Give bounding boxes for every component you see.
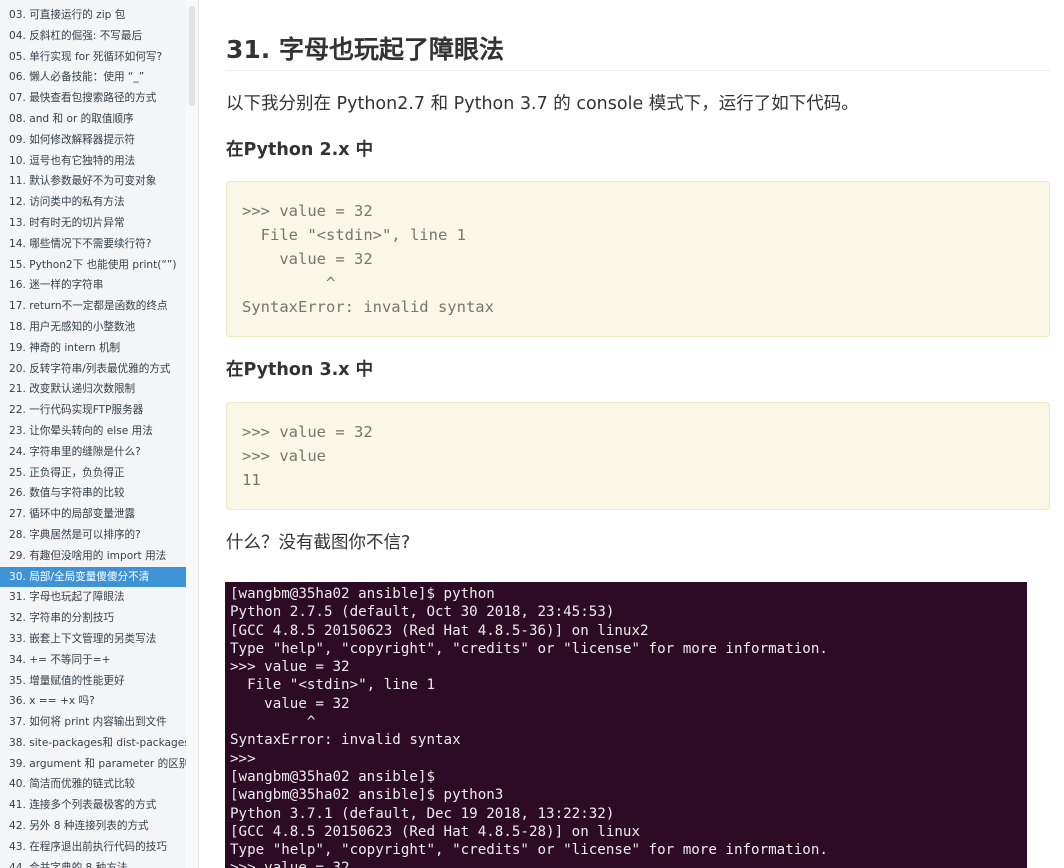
code-block-python3: >>> value = 32 >>> value 11: [226, 402, 1050, 510]
terminal-line: Type "help", "copyright", "credits" or "…: [230, 640, 828, 657]
toc-item[interactable]: 37. 如何将 print 内容输出到文件: [0, 712, 186, 733]
terminal-line: [GCC 4.8.5 20150623 (Red Hat 4.8.5-28)] …: [230, 823, 640, 840]
terminal-line: [wangbm@35ha02 ansible]$: [230, 768, 435, 785]
toc-item[interactable]: 18. 用户无感知的小整数池: [0, 317, 186, 338]
toc-item[interactable]: 12. 访问类中的私有方法: [0, 192, 186, 213]
table-of-contents-sidebar: 03. 可直接运行的 zip 包 04. 反斜杠的倔强: 不写最后 05. 单行实现…: [0, 0, 186, 868]
code-line: ^: [242, 274, 336, 292]
toc-item[interactable]: 05. 单行实现 for 死循环如何写?: [0, 47, 186, 68]
toc-item[interactable]: 07. 最快查看包搜索路径的方式: [0, 88, 186, 109]
toc-item[interactable]: 38. site-packages和 dist-packages: [0, 733, 186, 754]
toc-item[interactable]: 25. 正负得正，负负得正: [0, 463, 186, 484]
intro-paragraph: 以下我分别在 Python2.7 和 Python 3.7 的 console …: [226, 94, 859, 114]
toc-item[interactable]: 28. 字典居然是可以排序的?: [0, 525, 186, 546]
article-content: 31. 字母也玩起了障眼法 以下我分别在 Python2.7 和 Python …: [199, 0, 1064, 868]
code-line: >>> value = 32: [242, 423, 373, 441]
section-heading-python3: 在Python 3.x 中: [226, 360, 374, 380]
toc-item[interactable]: 42. 另外 8 种连接列表的方式: [0, 816, 186, 837]
toc-item[interactable]: 17. return不一定都是函数的终点: [0, 296, 186, 317]
terminal-line: [GCC 4.8.5 20150623 (Red Hat 4.8.5-36)] …: [230, 622, 649, 639]
toc-item[interactable]: 23. 让你晕头转向的 else 用法: [0, 421, 186, 442]
terminal-line: [wangbm@35ha02 ansible]$ python: [230, 586, 495, 602]
toc-item[interactable]: 24. 字符串里的缝隙是什么?: [0, 442, 186, 463]
toc-item[interactable]: 08. and 和 or 的取值顺序: [0, 109, 186, 130]
toc-item[interactable]: 43. 在程序退出前执行代码的技巧: [0, 837, 186, 858]
terminal-line: >>> value = 32: [230, 659, 350, 676]
terminal-line: Python 3.7.1 (default, Dec 19 2018, 13:2…: [230, 805, 615, 822]
toc-item[interactable]: 04. 反斜杠的倔强: 不写最后: [0, 26, 186, 47]
code-line: SyntaxError: invalid syntax: [242, 298, 494, 316]
terminal-line: SyntaxError: invalid syntax: [230, 732, 461, 749]
section-heading-python2: 在Python 2.x 中: [226, 140, 374, 160]
toc-item[interactable]: 15. Python2下 也能使用 print(“”): [0, 255, 186, 276]
toc-item[interactable]: 44. 合并字典的 8 种方法: [0, 858, 186, 868]
terminal-line: value = 32: [230, 695, 350, 712]
terminal-line: Python 2.7.5 (default, Oct 30 2018, 23:4…: [230, 604, 615, 621]
toc-item[interactable]: 03. 可直接运行的 zip 包: [0, 5, 186, 26]
code-block-python2: >>> value = 32 File "<stdin>", line 1 va…: [226, 181, 1050, 337]
code-line: >>> value: [242, 447, 326, 465]
toc-item[interactable]: 22. 一行代码实现FTP服务器: [0, 400, 186, 421]
code-line: File "<stdin>", line 1: [242, 226, 466, 244]
toc-item[interactable]: 34. += 不等同于=+: [0, 650, 186, 671]
toc-item[interactable]: 40. 简洁而优雅的链式比较: [0, 774, 186, 795]
toc-item[interactable]: 41. 连接多个列表最极客的方式: [0, 795, 186, 816]
terminal-screenshot: [wangbm@35ha02 ansible]$ python Python 2.…: [225, 582, 1027, 868]
code-line: value = 32: [242, 250, 373, 268]
toc-item[interactable]: 11. 默认参数最好不为可变对象: [0, 171, 186, 192]
terminal-line: >>> value = 32: [225, 859, 1027, 868]
toc-item-active[interactable]: 30. 局部/全局变量傻傻分不清: [0, 566, 186, 588]
toc-item[interactable]: 09. 如何修改解释器提示符: [0, 130, 186, 151]
code-line: >>> value = 32: [242, 202, 373, 220]
toc-list: 03. 可直接运行的 zip 包 04. 反斜杠的倔强: 不写最后 05. 单行实现…: [0, 5, 186, 868]
toc-item[interactable]: 29. 有趣但没啥用的 import 用法: [0, 546, 186, 567]
toc-item[interactable]: 13. 时有时无的切片异常: [0, 213, 186, 234]
toc-item[interactable]: 35. 增量赋值的性能更好: [0, 671, 186, 692]
terminal-line: File "<stdin>", line 1: [230, 677, 435, 694]
toc-item[interactable]: 14. 哪些情况下不需要续行符?: [0, 234, 186, 255]
toc-item[interactable]: 27. 循环中的局部变量泄露: [0, 504, 186, 525]
toc-item[interactable]: 32. 字符串的分割技巧: [0, 608, 186, 629]
toc-item[interactable]: 16. 迷一样的字符串: [0, 275, 186, 296]
sidebar-scrollbar-thumb[interactable]: [189, 6, 195, 106]
terminal-line: [wangbm@35ha02 ansible]$ python3: [230, 787, 504, 804]
toc-item[interactable]: 10. 逗号也有它独特的用法: [0, 151, 186, 172]
terminal-line: ^: [230, 714, 316, 731]
toc-item[interactable]: 21. 改变默认递归次数限制: [0, 379, 186, 400]
toc-item[interactable]: 20. 反转字符串/列表最优雅的方式: [0, 359, 186, 380]
toc-item[interactable]: 06. 懒人必备技能：使用 “_”: [0, 67, 186, 88]
toc-item[interactable]: 39. argument 和 parameter 的区别: [0, 754, 186, 775]
article-title: 31. 字母也玩起了障眼法: [226, 35, 504, 64]
question-paragraph: 什么？没有截图你不信?: [226, 533, 411, 553]
title-divider: [226, 70, 1050, 71]
toc-item[interactable]: 33. 嵌套上下文管理的另类写法: [0, 629, 186, 650]
sidebar-scrollbar-track[interactable]: [186, 0, 199, 868]
code-line: 11: [242, 471, 261, 489]
toc-item[interactable]: 19. 神奇的 intern 机制: [0, 338, 186, 359]
toc-item[interactable]: 36. x == +x 吗?: [0, 691, 186, 712]
toc-item[interactable]: 26. 数值与字符串的比较: [0, 483, 186, 504]
toc-item[interactable]: 31. 字母也玩起了障眼法: [0, 587, 186, 608]
terminal-line: >>>: [230, 750, 256, 767]
terminal-line: Type "help", "copyright", "credits" or "…: [230, 842, 828, 859]
